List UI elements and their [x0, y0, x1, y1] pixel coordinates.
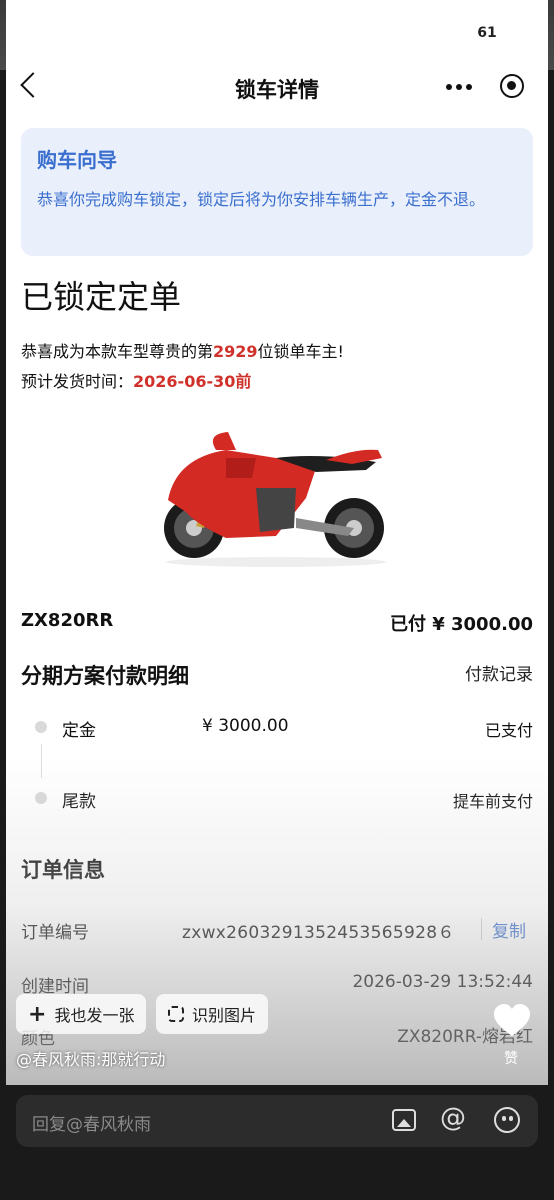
network-label: 5G — [432, 22, 457, 41]
installment-amount: ¥ 3000.00 — [202, 716, 289, 736]
recognize-image-label: 识别图片 — [192, 1006, 257, 1025]
order-status-heading: 已锁定定单 — [21, 278, 182, 316]
eta-value: 2026-06-30前 — [133, 372, 252, 391]
status-bar: 13:56 21:56 5G 61 — [6, 0, 548, 62]
copy-order-number-button[interactable]: 复制 — [492, 917, 526, 942]
order-number-value: zxwx2603291352453565928６ — [182, 923, 455, 943]
installment-name: 尾款 — [62, 792, 96, 812]
like-label: 赞 — [504, 1051, 518, 1067]
scan-icon — [168, 1006, 184, 1022]
close-miniprogram-icon[interactable] — [500, 74, 524, 98]
recognize-image-button[interactable]: 识别图片 — [156, 994, 269, 1034]
image-icon[interactable] — [392, 1109, 416, 1131]
more-options-icon[interactable] — [446, 84, 472, 90]
nav-bar: 锁车详情 — [6, 62, 548, 112]
guide-title: 购车向导 — [37, 148, 117, 172]
like-heart-icon[interactable] — [494, 1004, 530, 1038]
installments-title: 分期方案付款明细 — [21, 664, 189, 688]
installment-status: 已支付 — [484, 721, 533, 740]
congrats-suffix: 位锁单车主! — [257, 342, 344, 361]
author-tag[interactable]: @春风秋雨:那就行动 — [16, 1046, 165, 1070]
plus-icon: + — [28, 1001, 47, 1027]
reply-placeholder: 回复@春风秋雨 — [32, 1115, 151, 1135]
congrats-text: 恭喜成为本款车型尊贵的第2929位锁单车主! — [21, 338, 344, 362]
order-number-label: 订单编号 — [21, 923, 89, 943]
post-photo-label: 我也发一张 — [54, 1006, 135, 1025]
eta-line: 预计发货时间：2026-06-30前 — [21, 368, 251, 392]
timeline-dot — [35, 721, 47, 733]
shared-screenshot: 13:56 21:56 5G 61 锁车详情 购车向导 恭喜你完成购车锁定，锁定… — [6, 0, 548, 1085]
order-info-title: 订单信息 — [21, 858, 105, 882]
reply-input-bar[interactable]: 回复@春风秋雨 @ — [16, 1095, 538, 1147]
installment-name: 定金 — [62, 721, 96, 741]
purchase-guide-card: 购车向导 恭喜你完成购车锁定，锁定后将为你安排车辆生产，定金不退。 — [21, 128, 533, 256]
signal-icon — [398, 24, 420, 39]
emoji-icon[interactable] — [494, 1107, 520, 1133]
copy-separator — [481, 918, 482, 940]
payment-record-link[interactable]: 付款记录 — [465, 660, 533, 685]
guide-text: 恭喜你完成购车锁定，锁定后将为你安排车辆生产，定金不退。 — [37, 190, 486, 209]
timeline-line — [41, 744, 42, 778]
created-time-value: 2026-03-29 13:52:44 — [352, 972, 533, 992]
mention-at-icon[interactable]: @ — [440, 1103, 466, 1133]
battery-icon: 61 — [468, 22, 506, 44]
post-photo-button[interactable]: + 我也发一张 — [16, 994, 147, 1034]
timeline-dot — [35, 792, 47, 804]
model-name: ZX820RR — [21, 610, 114, 631]
status-time: 21:56 — [62, 22, 138, 47]
owner-rank: 2929 — [213, 342, 258, 361]
motorcycle-image — [164, 432, 386, 567]
installment-status: 提车前支付 — [452, 792, 533, 811]
paid-amount: 已付 ¥ 3000.00 — [389, 614, 533, 635]
congrats-prefix: 恭喜成为本款车型尊贵的第 — [21, 342, 214, 361]
eta-label: 预计发货时间： — [21, 372, 134, 391]
